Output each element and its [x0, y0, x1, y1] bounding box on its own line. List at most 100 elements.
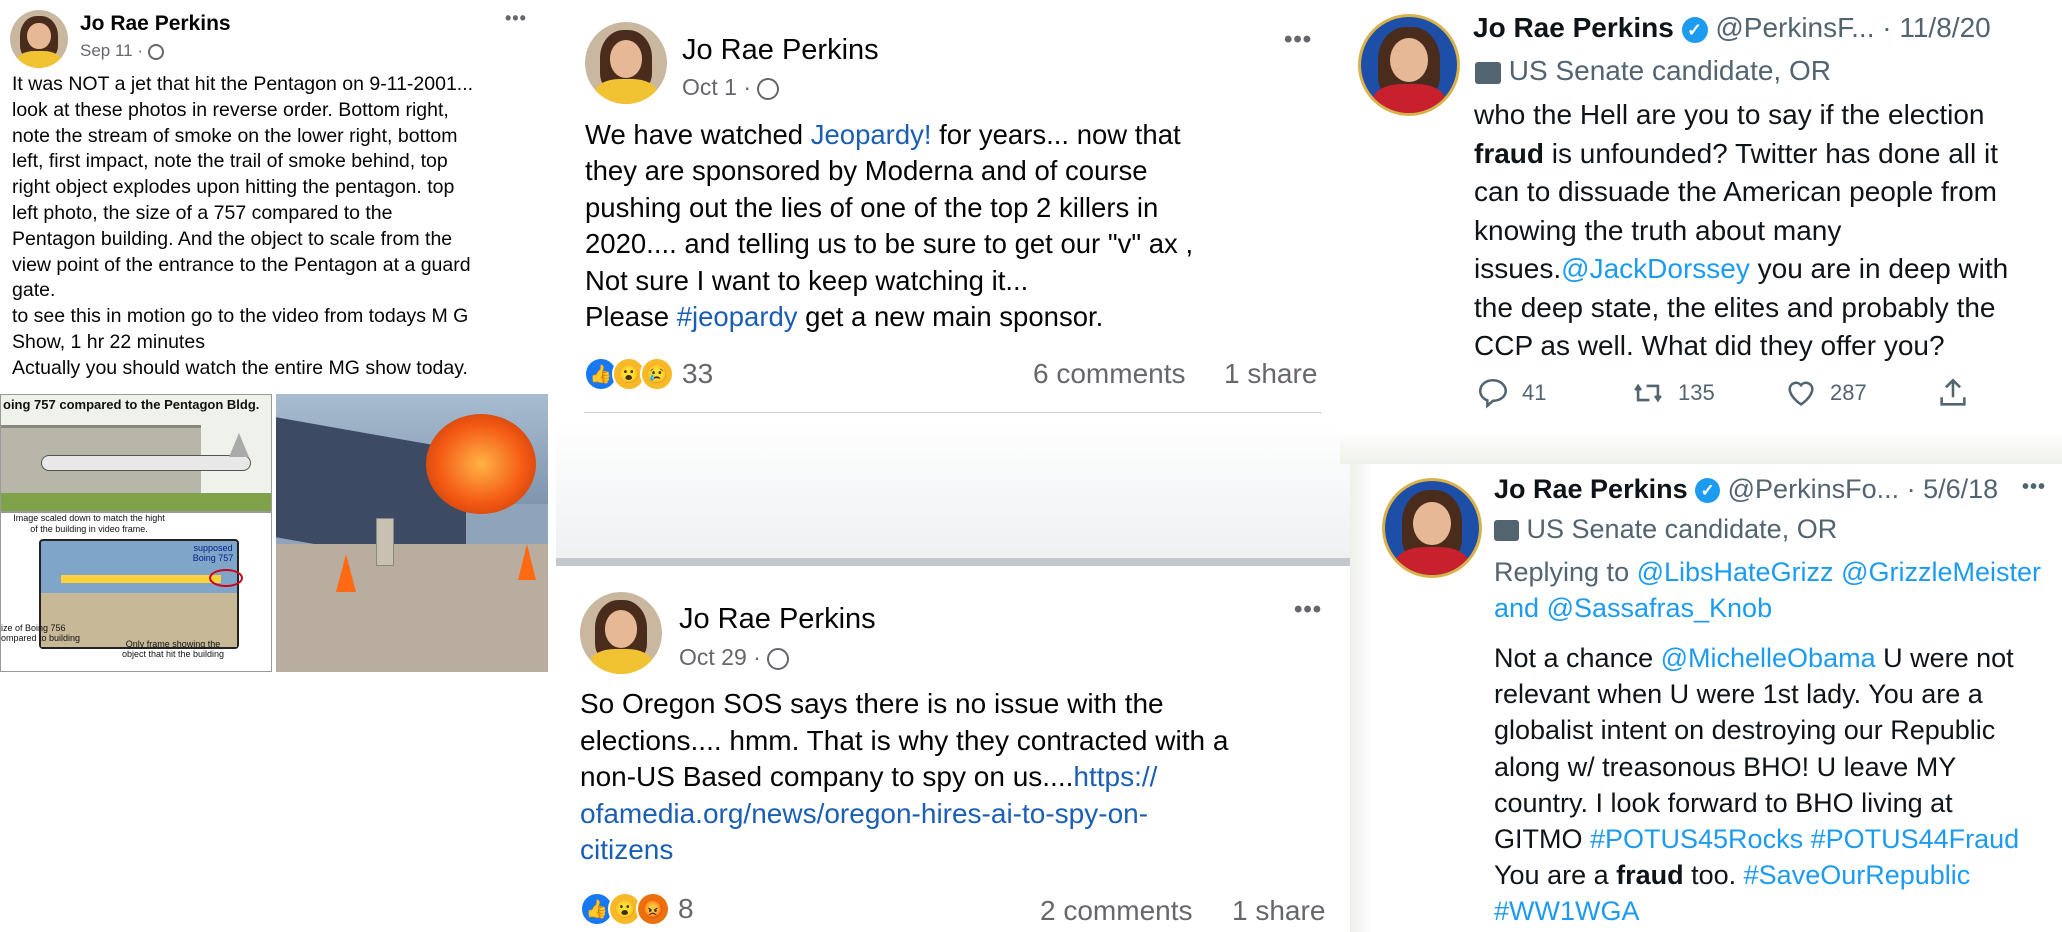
- hashtag-ww1wga[interactable]: #WW1WGA: [1494, 896, 1640, 926]
- avatar[interactable]: [1382, 478, 1482, 578]
- post-jeopardy: Jo Rae Perkins Oct 1 · ••• We have watch…: [560, 0, 1338, 420]
- angry-reaction-icon: 😡: [636, 892, 670, 926]
- tweet-date[interactable]: · 5/6/18: [1907, 474, 1999, 504]
- post-date[interactable]: Sep 11 ·: [80, 41, 164, 61]
- post-line: It was NOT a jet that hit the Pentagon o…: [12, 73, 474, 95]
- mention-michelleobama[interactable]: @MichelleObama: [1661, 643, 1876, 673]
- tweet-line: relevant when U were 1st lady. You are a: [1494, 679, 1983, 710]
- post-line: 2020.... and telling us to be sure to ge…: [585, 228, 1194, 260]
- tweet-line: globalist intent on destroying our Repub…: [1494, 715, 1996, 746]
- reaction-count: 33: [682, 358, 714, 389]
- retweet-count: 135: [1678, 380, 1715, 405]
- avatar[interactable]: [585, 22, 667, 104]
- more-options-icon[interactable]: •••: [505, 8, 527, 29]
- photo-caption: Only frame showing the object that hit t…: [121, 639, 225, 659]
- reactions[interactable]: 👍 😮 😢 33: [584, 357, 713, 391]
- post-date[interactable]: Oct 1 ·: [682, 74, 780, 101]
- tweet-body: Not a chance @MichelleObama U were not r…: [1494, 640, 2062, 930]
- tweet-date[interactable]: · 11/8/20: [1882, 12, 1990, 43]
- post-line: gate.: [12, 279, 56, 302]
- more-options-icon[interactable]: •••: [2022, 476, 2046, 499]
- traffic-cone-shape: [336, 554, 356, 592]
- like-button[interactable]: 287: [1784, 376, 1936, 410]
- photo-caption: Image scaled down to match the hight of …: [13, 513, 165, 534]
- post-line: non-US Based company to spy on us....htt…: [580, 761, 1158, 793]
- tweet-line: knowing the truth about many: [1474, 214, 1842, 246]
- ofamedia-link[interactable]: https://: [1073, 761, 1157, 792]
- traffic-cone-shape: [518, 544, 536, 580]
- photo-pentagon-757[interactable]: oing 757 compared to the Pentagon Bldg.: [0, 394, 272, 512]
- retweet-icon: [1634, 383, 1662, 403]
- post-line: Not sure I want to keep watching it...: [585, 264, 1029, 296]
- author-name[interactable]: Jo Rae Perkins: [679, 603, 876, 636]
- hashtag-potus44fraud[interactable]: #POTUS44Fraud: [1811, 824, 2020, 854]
- separator-band: [1340, 432, 2062, 464]
- post-oregon-sos: Jo Rae Perkins Oct 29 · ••• So Oregon SO…: [556, 566, 1350, 932]
- share-count[interactable]: 1 share: [1232, 895, 1325, 927]
- comment-count[interactable]: 6 comments: [1033, 358, 1186, 390]
- tweet-line: can to dissuade the American people from: [1474, 176, 1997, 207]
- verified-badge-icon: ✓: [1681, 16, 1708, 43]
- post-line: they are sponsored by Moderna and of cou…: [585, 155, 1148, 187]
- reply-button[interactable]: 41: [1476, 376, 1630, 410]
- post-line: look at these photos in reverse order. B…: [12, 98, 449, 121]
- tweet-line: issues.@JackDorssey you are in deep with: [1474, 253, 2009, 284]
- post-line: view point of the entrance to the Pentag…: [12, 253, 471, 276]
- post-jet-pentagon: Jo Rae Perkins Sep 11 · ••• It was NOT a…: [0, 0, 548, 680]
- tweet-body: who the Hell are you to say if the elect…: [1474, 96, 2062, 366]
- date-text: Oct 1 ·: [682, 74, 752, 100]
- author-name[interactable]: Jo Rae Perkins: [80, 12, 231, 36]
- verified-badge-icon: ✓: [1695, 478, 1721, 504]
- post-line: left photo, the size of a 757 compared t…: [12, 201, 393, 224]
- candidate-label: US Senate candidate, OR: [1494, 514, 1837, 545]
- ofamedia-link[interactable]: citizens: [580, 832, 1345, 869]
- author-handle[interactable]: @PerkinsFo...: [1728, 474, 1899, 504]
- globe-icon: [757, 77, 780, 100]
- avatar[interactable]: [580, 592, 662, 674]
- panel-seam: [1350, 464, 1374, 932]
- mention-sassafras-knob[interactable]: @Sassafras_Knob: [1547, 593, 1773, 623]
- post-line: We have watched Jeopardy! for years... n…: [585, 119, 1181, 150]
- photo-pentagon-explosion[interactable]: [276, 394, 548, 672]
- tweet-header: Jo Rae Perkins ✓ @PerkinsF... · 11/8/20: [1473, 12, 1991, 44]
- scaled-jet-shape: [61, 575, 221, 583]
- post-bollard-shape: [376, 518, 394, 566]
- hashtag-potus45rocks[interactable]: #POTUS45Rocks: [1590, 824, 1803, 854]
- tweet-line: #WW1WGA: [1494, 893, 2062, 929]
- share-count[interactable]: 1 share: [1224, 358, 1317, 390]
- hashtag-saveourrepublic[interactable]: #SaveOurRepublic: [1744, 860, 1971, 890]
- post-date[interactable]: Oct 29 ·: [679, 644, 790, 671]
- post-line: So Oregon SOS says there is no issue wit…: [580, 688, 1164, 719]
- reply-icon: [1478, 378, 1508, 409]
- jeopardy-link[interactable]: Jeopardy!: [811, 119, 932, 150]
- reaction-count: 8: [678, 893, 694, 924]
- more-options-icon[interactable]: •••: [1294, 596, 1322, 624]
- mention-grizzlemeister[interactable]: @GrizzleMeister: [1841, 557, 2041, 587]
- tweet-line: CCP as well. What did they offer you?: [1474, 330, 1945, 361]
- comment-count[interactable]: 2 comments: [1040, 895, 1193, 927]
- tweet-election-fraud: Jo Rae Perkins ✓ @PerkinsF... · 11/8/20 …: [1340, 0, 2062, 432]
- mention-libshategrizz[interactable]: @LibsHateGrizz: [1637, 557, 1834, 587]
- avatar[interactable]: [10, 10, 68, 68]
- author-handle[interactable]: @PerkinsF...: [1715, 12, 1874, 43]
- author-name[interactable]: Jo Rae Perkins: [1473, 12, 1674, 43]
- tweet-line: along w/ treasonous BHO! U leave MY: [1494, 751, 1957, 782]
- post-line: right object explodes upon hitting the p…: [12, 176, 455, 199]
- author-name[interactable]: Jo Rae Perkins: [682, 34, 879, 67]
- hashtag-jeopardy-link[interactable]: #jeopardy: [677, 301, 798, 332]
- photo-caption: oing 757 compared to the Pentagon Bldg.: [3, 397, 260, 412]
- retweet-button[interactable]: 135: [1630, 376, 1784, 410]
- photo-scaled-diagram[interactable]: Image scaled down to match the hight of …: [0, 512, 272, 672]
- heart-icon: [1788, 381, 1814, 406]
- grass-shape: [1, 493, 271, 511]
- share-button[interactable]: [1936, 376, 1970, 410]
- author-name[interactable]: Jo Rae Perkins: [1494, 474, 1688, 504]
- mention-jackdorssey[interactable]: @JackDorssey: [1561, 253, 1750, 284]
- globe-icon: [147, 43, 164, 60]
- avatar[interactable]: [1358, 14, 1460, 116]
- reactions[interactable]: 👍 😮 😡 8: [580, 892, 694, 926]
- ofamedia-link[interactable]: ofamedia.org/news/oregon-hires-ai-to-spy…: [580, 796, 1345, 833]
- more-options-icon[interactable]: •••: [1284, 26, 1312, 54]
- replying-to: Replying to @LibsHateGrizz @GrizzleMeist…: [1494, 557, 2042, 623]
- post-line: pushing out the lies of one of the top 2…: [585, 191, 1159, 223]
